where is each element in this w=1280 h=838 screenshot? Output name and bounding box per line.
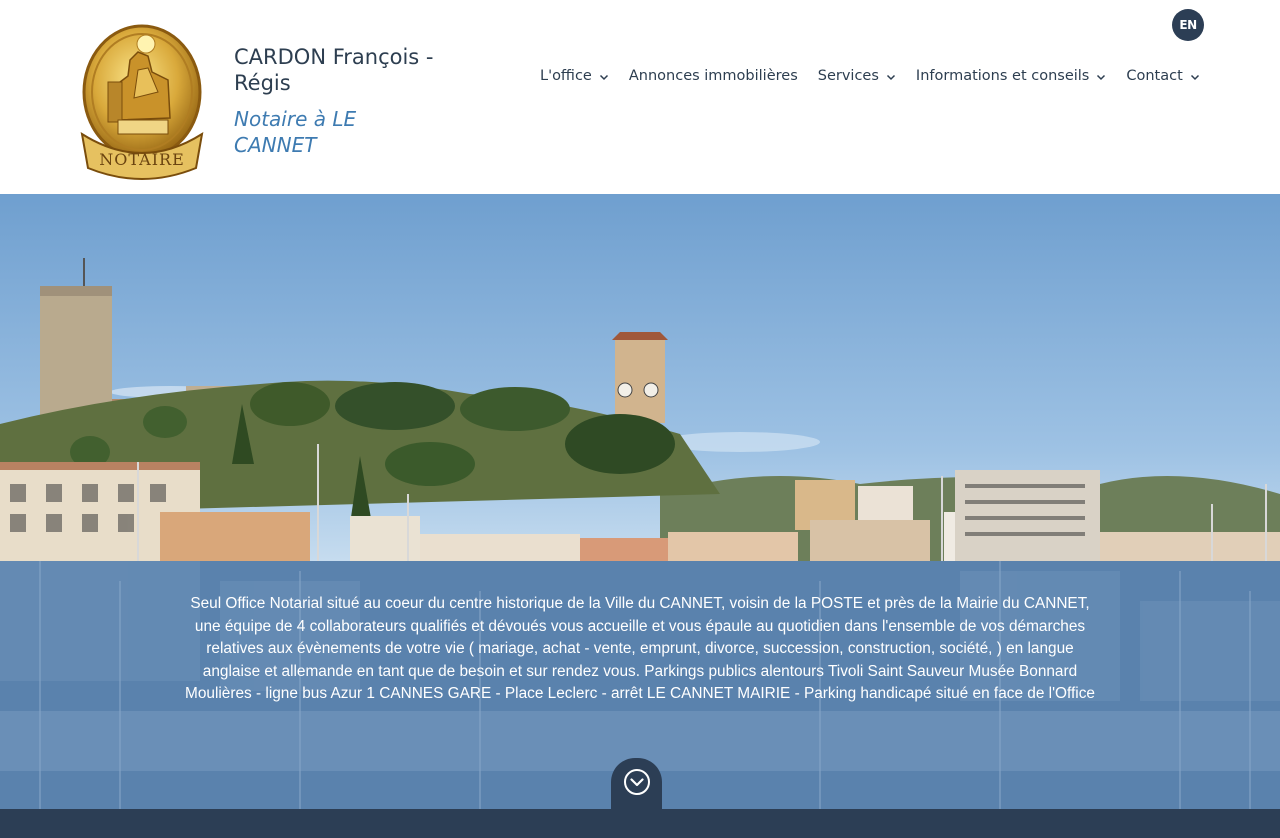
footer-bar [0,809,1280,838]
svg-text:NOTAIRE: NOTAIRE [99,150,185,169]
nav-item-contact[interactable]: Contact [1126,68,1199,84]
scroll-down-button[interactable] [611,758,662,809]
nav-item-annonces[interactable]: Annonces immobilières [629,68,798,84]
chevron-down-icon [1097,74,1106,81]
nav-item-services[interactable]: Services [818,68,896,84]
nav-item-label: Informations et conseils [915,68,1090,84]
chevron-down-icon [886,74,895,81]
brand-block[interactable]: CARDON François - Régis Notaire à LE CAN… [234,44,454,158]
brand-subtitle: Notaire à LE CANNET [234,107,357,157]
main-nav: L'office Annonces immobilières Services … [540,68,1200,84]
brand-name[interactable]: CARDON François - Régis [234,44,454,96]
nav-item-label: Contact [1126,68,1183,84]
nav-item-label: Services [817,68,879,84]
intro-section: Seul Office Notarial situé au coeur du c… [0,561,1280,809]
intro-text: Seul Office Notarial situé au coeur du c… [185,595,1095,702]
hero-image [0,194,1280,561]
chevron-down-circle-icon [623,769,650,795]
nav-item-informations[interactable]: Informations et conseils [916,68,1106,84]
nav-item-label: Annonces immobilières [628,68,798,84]
nav-item-office[interactable]: L'office [540,68,609,84]
site-header: NOTAIRE CARDON François - Régis Notaire … [0,0,1280,194]
notaire-seal-icon[interactable]: NOTAIRE [78,22,206,182]
language-switch-button[interactable]: EN [1172,9,1204,41]
chevron-down-icon [1190,74,1199,81]
chevron-down-icon [599,74,608,81]
nav-item-label: L'office [540,68,592,84]
